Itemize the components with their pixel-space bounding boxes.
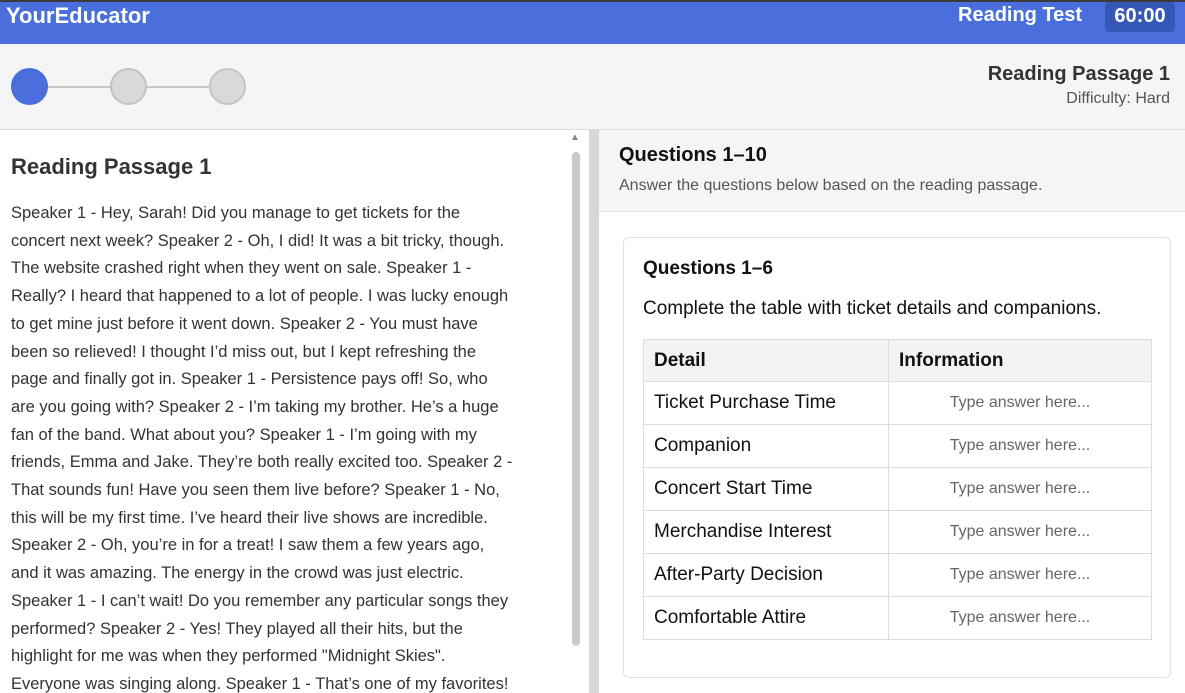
- information-cell: [888, 596, 1152, 640]
- table-header-row: Detail Information: [643, 339, 1152, 382]
- questions-header: Questions 1–10 Answer the questions belo…: [599, 130, 1185, 212]
- answer-input[interactable]: [905, 603, 1135, 633]
- information-cell: [888, 424, 1152, 468]
- detail-label: Companion: [643, 424, 889, 468]
- answer-input[interactable]: [905, 517, 1135, 547]
- passage-line: been so relieved! I thought I’d miss out…: [11, 342, 477, 361]
- current-passage-title: Reading Passage 1: [987, 63, 1170, 85]
- passage-line: and it was amazing. The energy in the cr…: [11, 564, 464, 583]
- column-header-detail: Detail: [643, 339, 889, 382]
- step-connector: [46, 86, 112, 88]
- question-group-card: Questions 1–6 Complete the table with ti…: [623, 237, 1171, 678]
- table-row: Merchandise Interest: [643, 510, 1152, 554]
- step-1-indicator[interactable]: [11, 68, 48, 105]
- answer-input[interactable]: [905, 560, 1135, 590]
- passage-line: Speaker 2 - Oh, you’re in for a treat! I…: [11, 536, 485, 555]
- passage-line: Speaker 1 - Hey, Sarah! Did you manage t…: [11, 204, 461, 222]
- questions-instructions: Answer the questions below based on the …: [619, 177, 1043, 194]
- test-name: Reading Test: [958, 4, 1083, 26]
- passage-text: Speaker 1 - Hey, Sarah! Did you manage t…: [11, 200, 551, 693]
- table-row: Concert Start Time: [643, 467, 1152, 511]
- passage-line: are you going with? Speaker 2 - I’m taki…: [11, 397, 499, 416]
- table-row: Comfortable Attire: [643, 596, 1152, 640]
- detail-label: After-Party Decision: [643, 553, 889, 597]
- scrollbar-thumb[interactable]: [572, 152, 580, 646]
- passage-line: this will be my first time. I’ve heard t…: [11, 508, 488, 527]
- questions-pane: Questions 1–10 Answer the questions belo…: [599, 130, 1185, 693]
- passage-line: That sounds fun! Have you seen them live…: [11, 481, 500, 500]
- passage-line: Really? I heard that happened to a lot o…: [11, 287, 509, 306]
- detail-label: Ticket Purchase Time: [643, 381, 889, 425]
- difficulty-label: Difficulty: Hard: [1066, 90, 1170, 107]
- passage-title: Reading Passage 1: [11, 154, 212, 179]
- information-cell: [888, 381, 1152, 425]
- question-group-title: Questions 1–6: [643, 258, 773, 279]
- step-2-indicator[interactable]: [110, 68, 147, 105]
- passage-line: concert next week? Speaker 2 - Oh, I did…: [11, 231, 505, 250]
- passage-line: fan of the band. What about you? Speaker…: [11, 425, 477, 444]
- column-header-information: Information: [888, 339, 1152, 382]
- answer-input[interactable]: [905, 474, 1135, 504]
- progress-row: Reading Passage 1 Difficulty: Hard: [0, 44, 1185, 130]
- detail-label: Concert Start Time: [643, 467, 889, 511]
- pane-divider[interactable]: [589, 130, 599, 693]
- passage-line: Speaker 1 - I can’t wait! Do you remembe…: [11, 591, 509, 610]
- answer-table: Detail Information Ticket Purchase TimeC…: [643, 339, 1152, 640]
- information-cell: [888, 510, 1152, 554]
- timer: 60:00: [1105, 2, 1175, 32]
- passage-line: performed? Speaker 2 - Yes! They played …: [11, 619, 463, 638]
- top-bar: YourEducator Reading Test 60:00: [0, 0, 1185, 44]
- table-row: After-Party Decision: [643, 553, 1152, 597]
- questions-range-title: Questions 1–10: [619, 144, 767, 166]
- passage-line: The website crashed right when they went…: [11, 259, 472, 278]
- passage-line: Everyone was singing along. Speaker 1 - …: [11, 674, 509, 693]
- step-3-indicator[interactable]: [209, 68, 246, 105]
- detail-label: Merchandise Interest: [643, 510, 889, 554]
- table-row: Companion: [643, 424, 1152, 468]
- passage-pane: Reading Passage 1 Speaker 1 - Hey, Sarah…: [0, 130, 587, 693]
- brand-logo: YourEducator: [6, 3, 150, 28]
- scroll-up-arrow-icon[interactable]: ▲: [569, 132, 581, 144]
- information-cell: [888, 467, 1152, 511]
- answer-input[interactable]: [905, 431, 1135, 461]
- passage-line: friends, Emma and Jake. They’re both rea…: [11, 453, 513, 472]
- passage-line: highlight for me was when they performed…: [11, 647, 446, 666]
- passage-line: to get mine just before it went down. Sp…: [11, 314, 478, 333]
- detail-label: Comfortable Attire: [643, 596, 889, 640]
- step-connector: [145, 86, 211, 88]
- question-group-instruction: Complete the table with ticket details a…: [643, 298, 1102, 319]
- passage-line: page and finally got in. Speaker 1 - Per…: [11, 370, 488, 389]
- information-cell: [888, 553, 1152, 597]
- answer-input[interactable]: [905, 388, 1135, 418]
- table-row: Ticket Purchase Time: [643, 381, 1152, 425]
